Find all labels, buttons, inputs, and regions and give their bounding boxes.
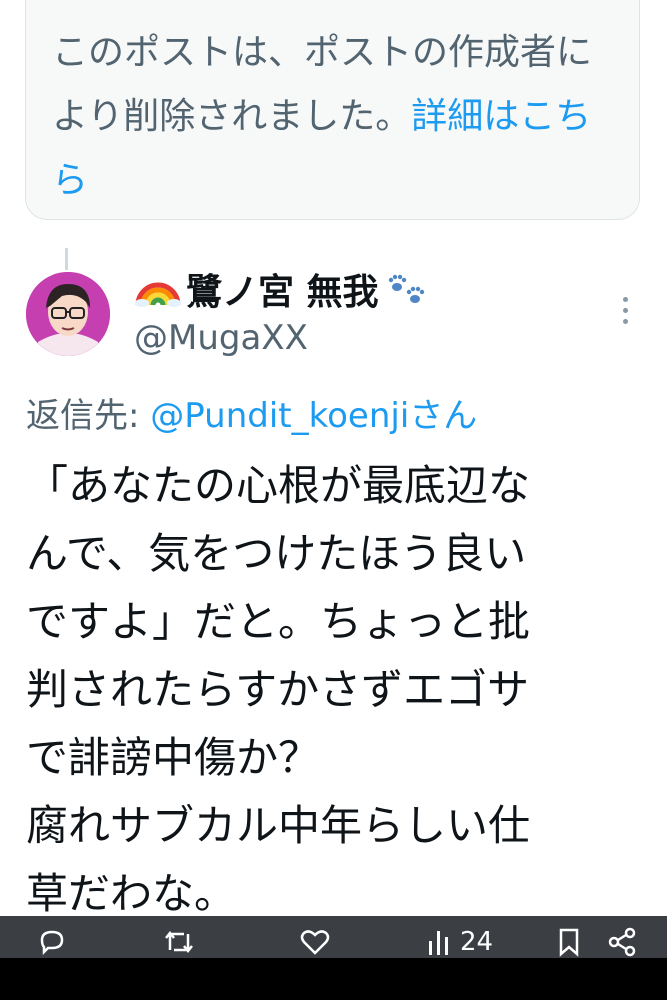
share-button[interactable] <box>606 924 638 960</box>
post-line: んで、気をつけたほう良い <box>26 529 527 578</box>
repost-icon <box>165 930 193 954</box>
more-options-icon[interactable] <box>610 290 640 330</box>
author-name-row[interactable]: 鷺ノ宮 無我 <box>134 264 431 314</box>
system-navigation-bar <box>0 958 667 1000</box>
analytics-icon <box>429 931 448 955</box>
reply-to-line: 返信先: @Pundit_koenjiさん <box>26 388 477 437</box>
post-line: 判されたらすかさずエゴサ <box>26 665 530 714</box>
repost-button[interactable] <box>162 924 196 960</box>
reply-mention-suffix: さん <box>409 396 478 436</box>
author-handle[interactable]: @MugaXX <box>134 318 308 358</box>
avatar[interactable] <box>26 272 110 356</box>
post-line: ですよ」だと。ちょっと批 <box>26 597 531 646</box>
reply-mention-link[interactable]: @Pundit_koenji <box>150 396 409 436</box>
like-button[interactable] <box>298 924 332 960</box>
reply-to-prefix: 返信先: <box>26 396 151 436</box>
post-body: 「あなたの心根が最底辺な んで、気をつけたほう良い ですよ」だと。ちょっと批 判… <box>26 452 636 928</box>
heart-icon <box>300 930 330 955</box>
post-line: で誹謗中傷か？ <box>26 733 321 782</box>
paw-prints-icon <box>388 274 424 303</box>
post-line: 「あなたの心根が最底辺な <box>26 461 531 510</box>
bookmark-icon <box>559 928 579 957</box>
views-count: 24 <box>460 927 494 957</box>
reply-button[interactable] <box>36 924 68 960</box>
post-line: 腐れサブカル中年らしい仕 <box>26 801 531 850</box>
deleted-post-notice: このポストは、ポストの作成者により削除されました。詳細はこちら <box>25 0 640 220</box>
views-button[interactable]: 24 <box>426 924 493 960</box>
rainbow-icon <box>135 282 181 307</box>
thread-connector-line <box>65 248 68 270</box>
avatar-illustration <box>26 272 110 356</box>
bookmark-button[interactable] <box>556 924 582 960</box>
author-display-name[interactable]: 鷺ノ宮 無我 <box>186 263 379 315</box>
share-icon <box>608 927 636 957</box>
reply-icon <box>40 930 64 956</box>
